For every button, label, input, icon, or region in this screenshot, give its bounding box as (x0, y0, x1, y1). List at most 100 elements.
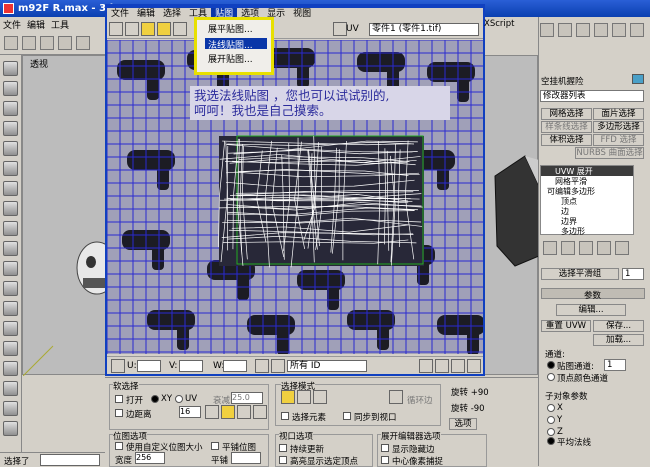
select-by-sg-button[interactable]: 选择平滑组 (541, 268, 619, 280)
select-edge-icon[interactable] (297, 390, 311, 404)
create-hose-icon[interactable] (3, 401, 18, 416)
sync-viewport-checkbox[interactable] (343, 412, 351, 420)
sg-value-field[interactable]: 1 (622, 268, 644, 280)
create-tube-icon[interactable] (3, 201, 18, 216)
avg-normals-radio[interactable] (547, 437, 555, 445)
tile-count-field[interactable] (231, 452, 261, 464)
width-field[interactable]: 256 (135, 452, 165, 464)
bind-icon[interactable] (76, 36, 90, 50)
checker-icon[interactable] (333, 22, 347, 36)
zoom-extents-icon[interactable] (467, 359, 481, 373)
axis-y-radio[interactable] (547, 416, 555, 424)
pin-stack-icon[interactable] (543, 241, 557, 255)
create-prism-icon[interactable] (3, 421, 18, 436)
max-menu-tools[interactable]: 工具 (48, 17, 72, 32)
hierarchy-tab-icon[interactable] (576, 23, 590, 37)
create-torus-icon[interactable] (3, 121, 18, 136)
reset-uvw-button[interactable]: 重置 UVW (541, 320, 591, 332)
link-icon[interactable] (40, 36, 54, 50)
object-color-swatch[interactable] (632, 74, 644, 84)
stack-item-polygon[interactable]: 多边形 (561, 226, 585, 237)
uv-radio[interactable] (175, 395, 183, 403)
create-box-icon[interactable] (3, 61, 18, 76)
load-button[interactable]: 加载... (593, 334, 644, 346)
uv-menu-file[interactable]: 文件 (107, 8, 133, 20)
vertex-color-radio[interactable] (547, 373, 555, 381)
paint-select-icon[interactable] (389, 390, 403, 404)
max-menu-file[interactable]: 文件 (0, 17, 24, 32)
create-ringwave-icon[interactable] (3, 381, 18, 396)
create-plane-icon[interactable] (3, 241, 18, 256)
rotate-icon[interactable] (125, 22, 139, 36)
falloff-fast-icon[interactable] (253, 405, 267, 419)
texture-select-combo[interactable]: 零件1 (零件1.tif) (369, 23, 479, 36)
lock-selection-icon[interactable] (111, 359, 125, 373)
select-face-icon[interactable] (313, 390, 327, 404)
poly-select-button[interactable]: 多边形选择 (593, 121, 644, 133)
modify-tab-icon[interactable] (558, 23, 572, 37)
constant-update-checkbox[interactable] (279, 444, 287, 452)
modifier-list-combo[interactable]: 修改器列表 (540, 90, 644, 102)
center-pick-checkbox[interactable] (381, 456, 389, 464)
show-end-result-icon[interactable] (561, 241, 575, 255)
axis-x-radio[interactable] (547, 404, 555, 412)
custom-bitmap-checkbox[interactable] (115, 442, 123, 450)
mirror-icon[interactable] (173, 22, 187, 36)
soft-on-checkbox[interactable] (115, 395, 123, 403)
create-oiltank-icon[interactable] (3, 341, 18, 356)
utilities-tab-icon[interactable] (630, 23, 644, 37)
ffd-select-button[interactable]: FFD 选择 (593, 134, 644, 146)
falloff-field[interactable]: 25.0 (231, 392, 263, 404)
uv-menu-view[interactable]: 视图 (289, 8, 315, 20)
max-menu-edit[interactable]: 编辑 (24, 17, 48, 32)
menu-item-normal-mapping[interactable]: 法线贴图... (208, 38, 253, 51)
zoom-icon[interactable] (419, 359, 433, 373)
create-gengon-icon[interactable] (3, 361, 18, 376)
create-pyramid-icon[interactable] (3, 221, 18, 236)
viewport-label[interactable]: 透视 (30, 57, 48, 70)
pan-icon[interactable] (435, 359, 449, 373)
spline-select-button[interactable]: 样条线选择 (541, 121, 592, 133)
u-field[interactable] (137, 360, 161, 372)
pencil-icon[interactable] (271, 359, 285, 373)
map-channel-radio[interactable] (547, 361, 555, 369)
options-button[interactable]: 选项 (449, 418, 477, 430)
map-channel-field[interactable]: 1 (604, 359, 626, 371)
scale-icon[interactable] (141, 22, 155, 36)
xy-radio[interactable] (151, 395, 159, 403)
rotate-minus-button[interactable]: 旋转 -90 (451, 402, 485, 414)
edit-button[interactable]: 编辑... (556, 304, 626, 316)
rotate-plus-button[interactable]: 旋转 +90 (451, 386, 489, 398)
create-tab-icon[interactable] (540, 23, 554, 37)
patch-select-button[interactable]: 面片选择 (593, 108, 644, 120)
nurbs-select-button[interactable]: NURBS 曲面选择 (575, 147, 644, 159)
make-unique-icon[interactable] (579, 241, 593, 255)
loop-button[interactable]: 循环边 (407, 394, 433, 406)
id-filter-combo[interactable]: 所有 ID (287, 360, 367, 372)
zoom-region-icon[interactable] (451, 359, 465, 373)
select-vertex-icon[interactable] (281, 390, 295, 404)
object-name[interactable]: 空挂机握险 (541, 75, 584, 87)
remove-modifier-icon[interactable] (597, 241, 611, 255)
tile-bitmap-checkbox[interactable] (211, 442, 219, 450)
create-sphere-icon[interactable] (3, 81, 18, 96)
edge-distance-checkbox[interactable] (115, 409, 123, 417)
create-chamfer-icon[interactable] (3, 321, 18, 336)
uv-menu-select[interactable]: 选择 (159, 8, 185, 20)
uv-menu-edit[interactable]: 编辑 (133, 8, 159, 20)
vol-select-button[interactable]: 体积选择 (541, 134, 592, 146)
save-button[interactable]: 保存... (593, 320, 644, 332)
show-selected-checkbox[interactable] (279, 456, 287, 464)
freeform-icon[interactable] (157, 22, 171, 36)
create-cone-icon[interactable] (3, 161, 18, 176)
mesh-select-button[interactable]: 网格选择 (541, 108, 592, 120)
menu-item-flatten[interactable]: 展平贴图... (208, 22, 253, 35)
edge-distance-field[interactable]: 16 (179, 406, 201, 418)
show-hidden-checkbox[interactable] (381, 444, 389, 452)
undo-icon[interactable] (4, 36, 18, 50)
create-teapot-icon[interactable] (3, 141, 18, 156)
display-tab-icon[interactable] (612, 23, 626, 37)
v-field[interactable] (179, 360, 203, 372)
move-icon[interactable] (109, 22, 123, 36)
falloff-smooth-icon[interactable] (205, 405, 219, 419)
